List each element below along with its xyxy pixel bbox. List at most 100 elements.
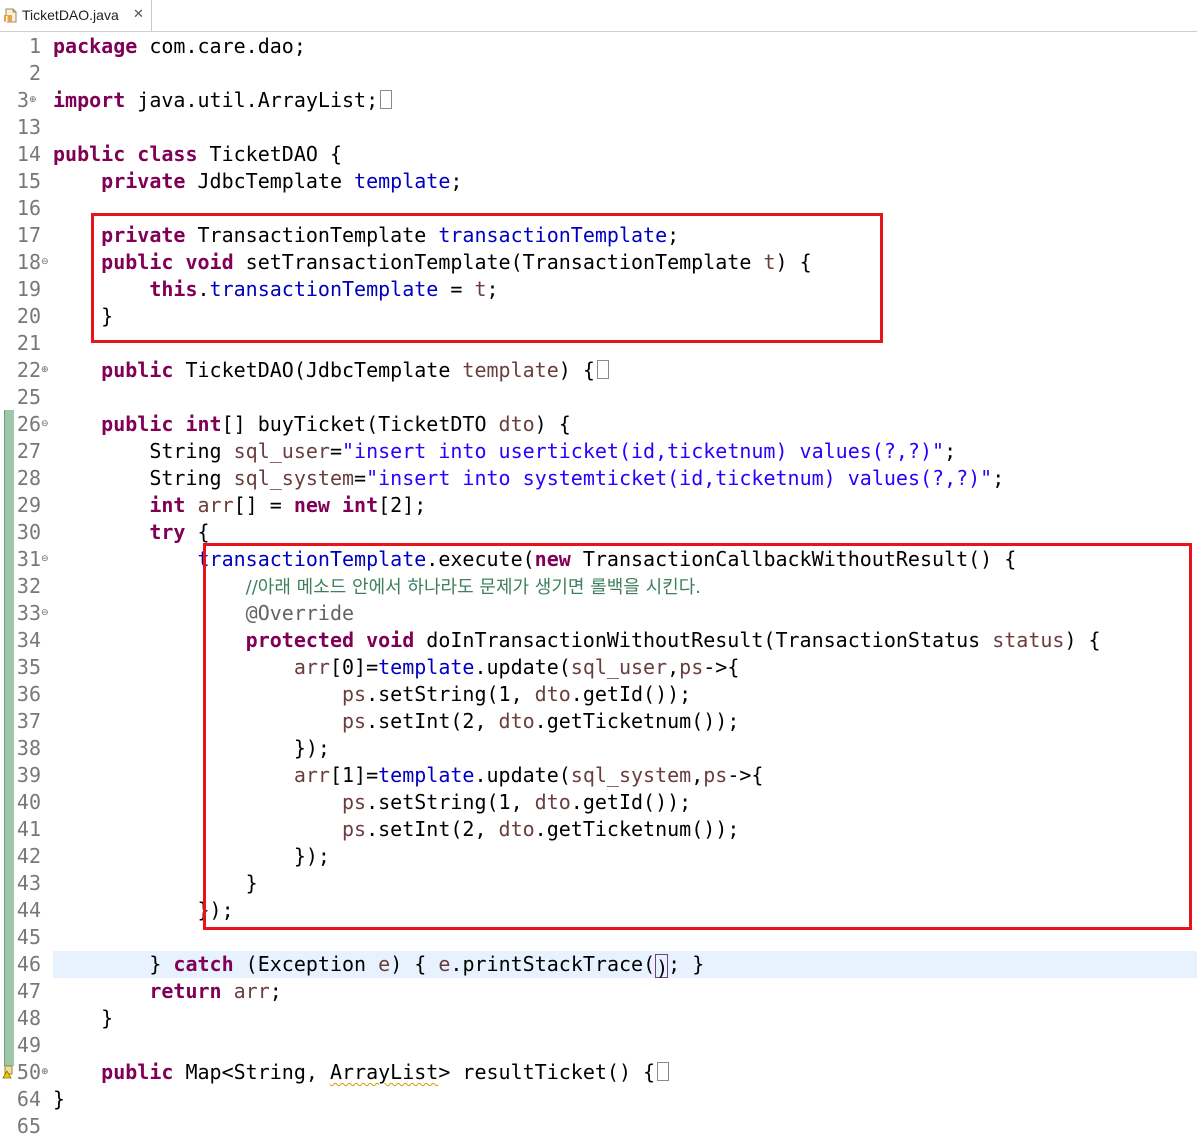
code-line: 20 } bbox=[0, 303, 1197, 330]
fold-expand-icon[interactable]: ⊕ bbox=[41, 1068, 49, 1077]
fold-collapse-icon[interactable]: ⊖ bbox=[41, 555, 49, 564]
code-line: 14 public class TicketDAO { bbox=[0, 141, 1197, 168]
code-line: 42 }); bbox=[0, 843, 1197, 870]
code-editor[interactable]: 1 package com.care.dao; 2 3 ⊕ import jav… bbox=[0, 31, 1197, 1141]
tab-ticketdao-java[interactable]: J TicketDAO.java ✕ bbox=[0, 0, 152, 31]
code-line: 48 } bbox=[0, 1005, 1197, 1032]
line-code[interactable]: ps.setString(1, dto.getId()); bbox=[53, 681, 691, 708]
line-number: 29 bbox=[16, 493, 41, 517]
line-code[interactable]: ps.setString(1, dto.getId()); bbox=[53, 789, 691, 816]
folded-block-icon[interactable] bbox=[657, 1062, 670, 1081]
line-number: 36 bbox=[16, 682, 41, 706]
line-number: 16 bbox=[16, 196, 41, 220]
code-line: 2 bbox=[0, 60, 1197, 87]
fold-collapse-icon[interactable]: ⊖ bbox=[41, 609, 49, 618]
line-code[interactable]: String sql_system="insert into systemtic… bbox=[53, 465, 1004, 492]
code-line: 19 this.transactionTemplate = t; bbox=[0, 276, 1197, 303]
line-number: 34 bbox=[16, 628, 41, 652]
line-code[interactable]: public int[] buyTicket(TicketDTO dto) { bbox=[53, 411, 571, 438]
bracket-match-box: ) bbox=[655, 954, 669, 980]
line-code[interactable]: private TransactionTemplate transactionT… bbox=[53, 222, 679, 249]
fold-expand-icon[interactable]: ⊕ bbox=[41, 366, 49, 375]
code-line: 31 ⊖ transactionTemplate.execute(new Tra… bbox=[0, 546, 1197, 573]
folded-block-icon[interactable] bbox=[380, 90, 393, 109]
line-code[interactable]: try { bbox=[53, 519, 209, 546]
folded-block-icon[interactable] bbox=[596, 360, 609, 379]
code-line: 3 ⊕ import java.util.ArrayList; bbox=[0, 87, 1197, 114]
line-number: 26 bbox=[16, 412, 41, 436]
line-number: 32 bbox=[16, 574, 41, 598]
code-line: 22 ⊕ public TicketDAO(JdbcTemplate templ… bbox=[0, 357, 1197, 384]
code-line: 50 ⊕ public Map<String, ArrayList> resul… bbox=[0, 1059, 1197, 1086]
svg-text:J: J bbox=[5, 15, 9, 23]
line-number: 22 bbox=[16, 358, 41, 382]
code-line: 65 bbox=[0, 1113, 1197, 1140]
line-code[interactable]: //아래 메소드 안에서 하나라도 문제가 생기면 롤백을 시킨다. bbox=[53, 573, 701, 601]
code-line: 25 bbox=[0, 384, 1197, 411]
line-code[interactable]: public class TicketDAO { bbox=[53, 141, 342, 168]
line-code[interactable]: ps.setInt(2, dto.getTicketnum()); bbox=[53, 708, 739, 735]
line-number: 65 bbox=[16, 1114, 41, 1138]
line-code[interactable]: public TicketDAO(JdbcTemplate template) … bbox=[53, 357, 609, 384]
fold-expand-icon[interactable]: ⊕ bbox=[29, 96, 37, 105]
line-number: 25 bbox=[16, 385, 41, 409]
code-line: 36 ps.setString(1, dto.getId()); bbox=[0, 681, 1197, 708]
code-line: 64 } bbox=[0, 1086, 1197, 1113]
line-code[interactable]: } bbox=[53, 303, 113, 330]
code-line: 33 ⊖ @Override bbox=[0, 600, 1197, 627]
line-number: 39 bbox=[16, 763, 41, 787]
line-number: 3 bbox=[16, 88, 29, 112]
code-line: 21 bbox=[0, 330, 1197, 357]
line-code[interactable]: }); bbox=[53, 897, 234, 924]
tab-title: TicketDAO.java bbox=[22, 7, 119, 23]
code-line: 49 bbox=[0, 1032, 1197, 1059]
line-number: 27 bbox=[16, 439, 41, 463]
code-line: 1 package com.care.dao; bbox=[0, 33, 1197, 60]
line-number: 49 bbox=[16, 1033, 41, 1057]
line-number: 45 bbox=[16, 925, 41, 949]
line-number: 64 bbox=[16, 1087, 41, 1111]
code-line: 28 String sql_system="insert into system… bbox=[0, 465, 1197, 492]
line-code[interactable]: public void setTransactionTemplate(Trans… bbox=[53, 249, 811, 276]
code-line: 38 }); bbox=[0, 735, 1197, 762]
line-code[interactable]: this.transactionTemplate = t; bbox=[53, 276, 498, 303]
line-code[interactable]: } catch (Exception e) { e.printStackTrac… bbox=[53, 951, 704, 980]
line-code[interactable]: arr[0]=template.update(sql_user,ps->{ bbox=[53, 654, 740, 681]
line-number: 33 bbox=[16, 601, 41, 625]
line-number: 14 bbox=[16, 142, 41, 166]
line-code[interactable]: } bbox=[53, 1005, 113, 1032]
line-code[interactable]: }); bbox=[53, 843, 330, 870]
line-code[interactable]: int arr[] = new int[2]; bbox=[53, 492, 426, 519]
code-line: 32 //아래 메소드 안에서 하나라도 문제가 생기면 롤백을 시킨다. bbox=[0, 573, 1197, 600]
line-number: 47 bbox=[16, 979, 41, 1003]
line-number: 42 bbox=[16, 844, 41, 868]
line-code[interactable]: protected void doInTransactionWithoutRes… bbox=[53, 627, 1101, 654]
line-number: 18 bbox=[16, 250, 41, 274]
fold-collapse-icon[interactable]: ⊖ bbox=[41, 258, 49, 267]
close-icon[interactable]: ✕ bbox=[133, 7, 144, 22]
line-code[interactable]: }); bbox=[53, 735, 330, 762]
line-code[interactable]: String sql_user="insert into userticket(… bbox=[53, 438, 956, 465]
line-code[interactable]: } bbox=[53, 870, 258, 897]
line-code[interactable]: private JdbcTemplate template; bbox=[53, 168, 462, 195]
fold-collapse-icon[interactable]: ⊖ bbox=[41, 420, 49, 429]
line-number: 43 bbox=[16, 871, 41, 895]
code-line: 13 bbox=[0, 114, 1197, 141]
code-line: 39 arr[1]=template.update(sql_system,ps-… bbox=[0, 762, 1197, 789]
line-code[interactable]: @Override bbox=[53, 600, 354, 627]
line-code[interactable]: } bbox=[53, 1086, 65, 1113]
line-code[interactable]: ps.setInt(2, dto.getTicketnum()); bbox=[53, 816, 739, 843]
code-line: 41 ps.setInt(2, dto.getTicketnum()); bbox=[0, 816, 1197, 843]
line-code[interactable]: import java.util.ArrayList; bbox=[53, 87, 393, 114]
line-code[interactable]: arr[1]=template.update(sql_system,ps->{ bbox=[53, 762, 764, 789]
line-code[interactable]: transactionTemplate.execute(new Transact… bbox=[53, 546, 1017, 573]
line-code[interactable]: public Map<String, ArrayList> resultTick… bbox=[53, 1059, 670, 1086]
line-number: 31 bbox=[16, 547, 41, 571]
line-number: 2 bbox=[28, 61, 41, 85]
line-number: 20 bbox=[16, 304, 41, 328]
code-line: 30 try { bbox=[0, 519, 1197, 546]
line-code[interactable]: package com.care.dao; bbox=[53, 33, 306, 60]
current-code-line: 46 } catch (Exception e) { e.printStackT… bbox=[0, 951, 1197, 980]
line-code[interactable]: return arr; bbox=[53, 978, 281, 1005]
editor-tab-bar: J TicketDAO.java ✕ bbox=[0, 0, 1197, 32]
